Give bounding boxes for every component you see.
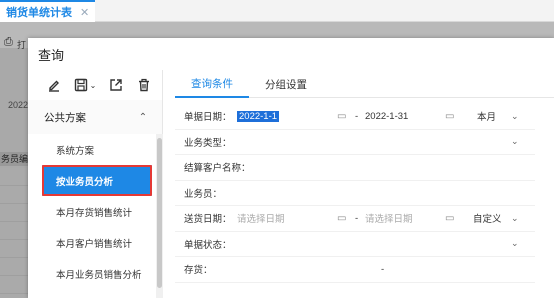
scheme-item[interactable]: 本月业务员销售分析 <box>28 258 156 289</box>
delete-icon[interactable] <box>130 73 158 97</box>
scheme-item-selected[interactable]: 按业务员分析 <box>42 165 152 196</box>
date-start-input[interactable]: 2022-1-1 <box>237 110 280 122</box>
delivery-date-label: 送货日期： <box>184 214 232 226</box>
calendar-icon[interactable]: ▭ <box>445 206 454 231</box>
print-label: 打 <box>17 40 27 50</box>
chevron-up-icon[interactable]: ⌃ <box>138 112 148 123</box>
date-range-select[interactable]: 本月 <box>477 104 496 129</box>
document-date-label: 单据日期： <box>184 112 232 124</box>
dialog-title: 查询 <box>38 47 65 63</box>
row-salesman[interactable]: 业务员： <box>175 181 535 206</box>
stock-separator: - <box>381 263 385 275</box>
background-table-rows <box>0 168 28 298</box>
background-column-header: 务员编 <box>0 152 29 166</box>
query-form: 单据日期： 2022-1-1 ▭ - 2022-1-31 ▭ 本月 ⌄ 业务类型… <box>175 104 535 283</box>
delivery-end-input[interactable]: 请选择日期 <box>365 206 413 231</box>
scheme-toolbar: ⌄ <box>28 70 162 100</box>
stock-label: 存货： <box>184 265 213 277</box>
calendar-icon[interactable]: ▭ <box>337 206 346 231</box>
calendar-icon[interactable]: ▭ <box>337 104 346 129</box>
tab-group-settings[interactable]: 分组设置 <box>249 70 323 98</box>
tab-sales-statistics[interactable]: 销货单统计表 ✕ <box>0 0 96 22</box>
background-year-text: 2022 <box>8 100 29 110</box>
print-icon: ⎙ <box>4 36 13 48</box>
export-icon[interactable] <box>102 73 130 97</box>
row-business-type[interactable]: 业务类型： ⌄ <box>175 130 535 155</box>
chevron-down-icon[interactable]: ⌄ <box>511 130 519 155</box>
scheme-group-public[interactable]: 公共方案 ⌃ <box>28 100 162 134</box>
scheme-scrollbar[interactable] <box>156 134 163 298</box>
document-status-label: 单据状态： <box>184 239 232 251</box>
date-separator: - <box>355 110 359 122</box>
query-panel: 查询条件 分组设置 单据日期： 2022-1-1 ▭ - 2022-1-31 ▭… <box>175 70 554 298</box>
tab-query-conditions[interactable]: 查询条件 <box>175 70 249 98</box>
row-document-date: 单据日期： 2022-1-1 ▭ - 2022-1-31 ▭ 本月 ⌄ <box>175 104 535 130</box>
scrollbar-thumb[interactable] <box>157 138 162 288</box>
scheme-panel: ⌄ 公共方案 ⌃ 系统方案 按业务员分析 本月存货销售统计 本月客户销售统计 本… <box>28 70 163 298</box>
query-tabs: 查询条件 分组设置 <box>175 70 554 98</box>
business-type-label: 业务类型： <box>184 137 232 149</box>
app-tab-bar: 销货单统计表 ✕ <box>0 0 554 22</box>
date-end-input[interactable]: 2022-1-31 <box>365 104 408 129</box>
save-icon[interactable]: ⌄ <box>68 73 102 97</box>
query-dialog: 查询 ⌄ 公共方案 ⌃ 系统方案 按业务员分析 本月存货销售统计 本月客户销售统… <box>28 38 554 298</box>
delivery-start-input[interactable]: 请选择日期 <box>237 206 285 231</box>
tab-sales-statistics-label: 销货单统计表 <box>6 7 72 19</box>
delivery-separator: - <box>355 212 359 224</box>
chevron-down-icon[interactable]: ⌄ <box>511 206 519 231</box>
scheme-group-label: 公共方案 <box>44 111 86 124</box>
scheme-item[interactable]: 本月存货销售统计 <box>28 196 156 227</box>
row-customer[interactable]: 结算客户名称： <box>175 155 535 181</box>
delivery-range-select[interactable]: 自定义 <box>473 206 502 231</box>
edit-icon[interactable] <box>40 73 68 97</box>
row-delivery-date: 送货日期： 请选择日期 ▭ - 请选择日期 ▭ 自定义 ⌄ <box>175 206 535 232</box>
scheme-item[interactable]: 本月客户销售统计 <box>28 227 156 258</box>
save-dropdown-chevron-icon: ⌄ <box>89 80 97 90</box>
salesman-label: 业务员： <box>184 188 223 200</box>
scheme-item[interactable]: 系统方案 <box>28 134 156 165</box>
scheme-list: 系统方案 按业务员分析 本月存货销售统计 本月客户销售统计 本月业务员销售分析 <box>28 134 156 289</box>
close-icon[interactable]: ✕ <box>80 6 89 19</box>
customer-name-label: 结算客户名称： <box>184 163 251 175</box>
row-stock: 存货： - <box>175 257 535 283</box>
chevron-down-icon[interactable]: ⌄ <box>511 104 519 129</box>
calendar-icon[interactable]: ▭ <box>445 104 454 129</box>
row-document-status[interactable]: 单据状态： ⌄ <box>175 232 535 257</box>
chevron-down-icon[interactable]: ⌄ <box>511 232 519 257</box>
